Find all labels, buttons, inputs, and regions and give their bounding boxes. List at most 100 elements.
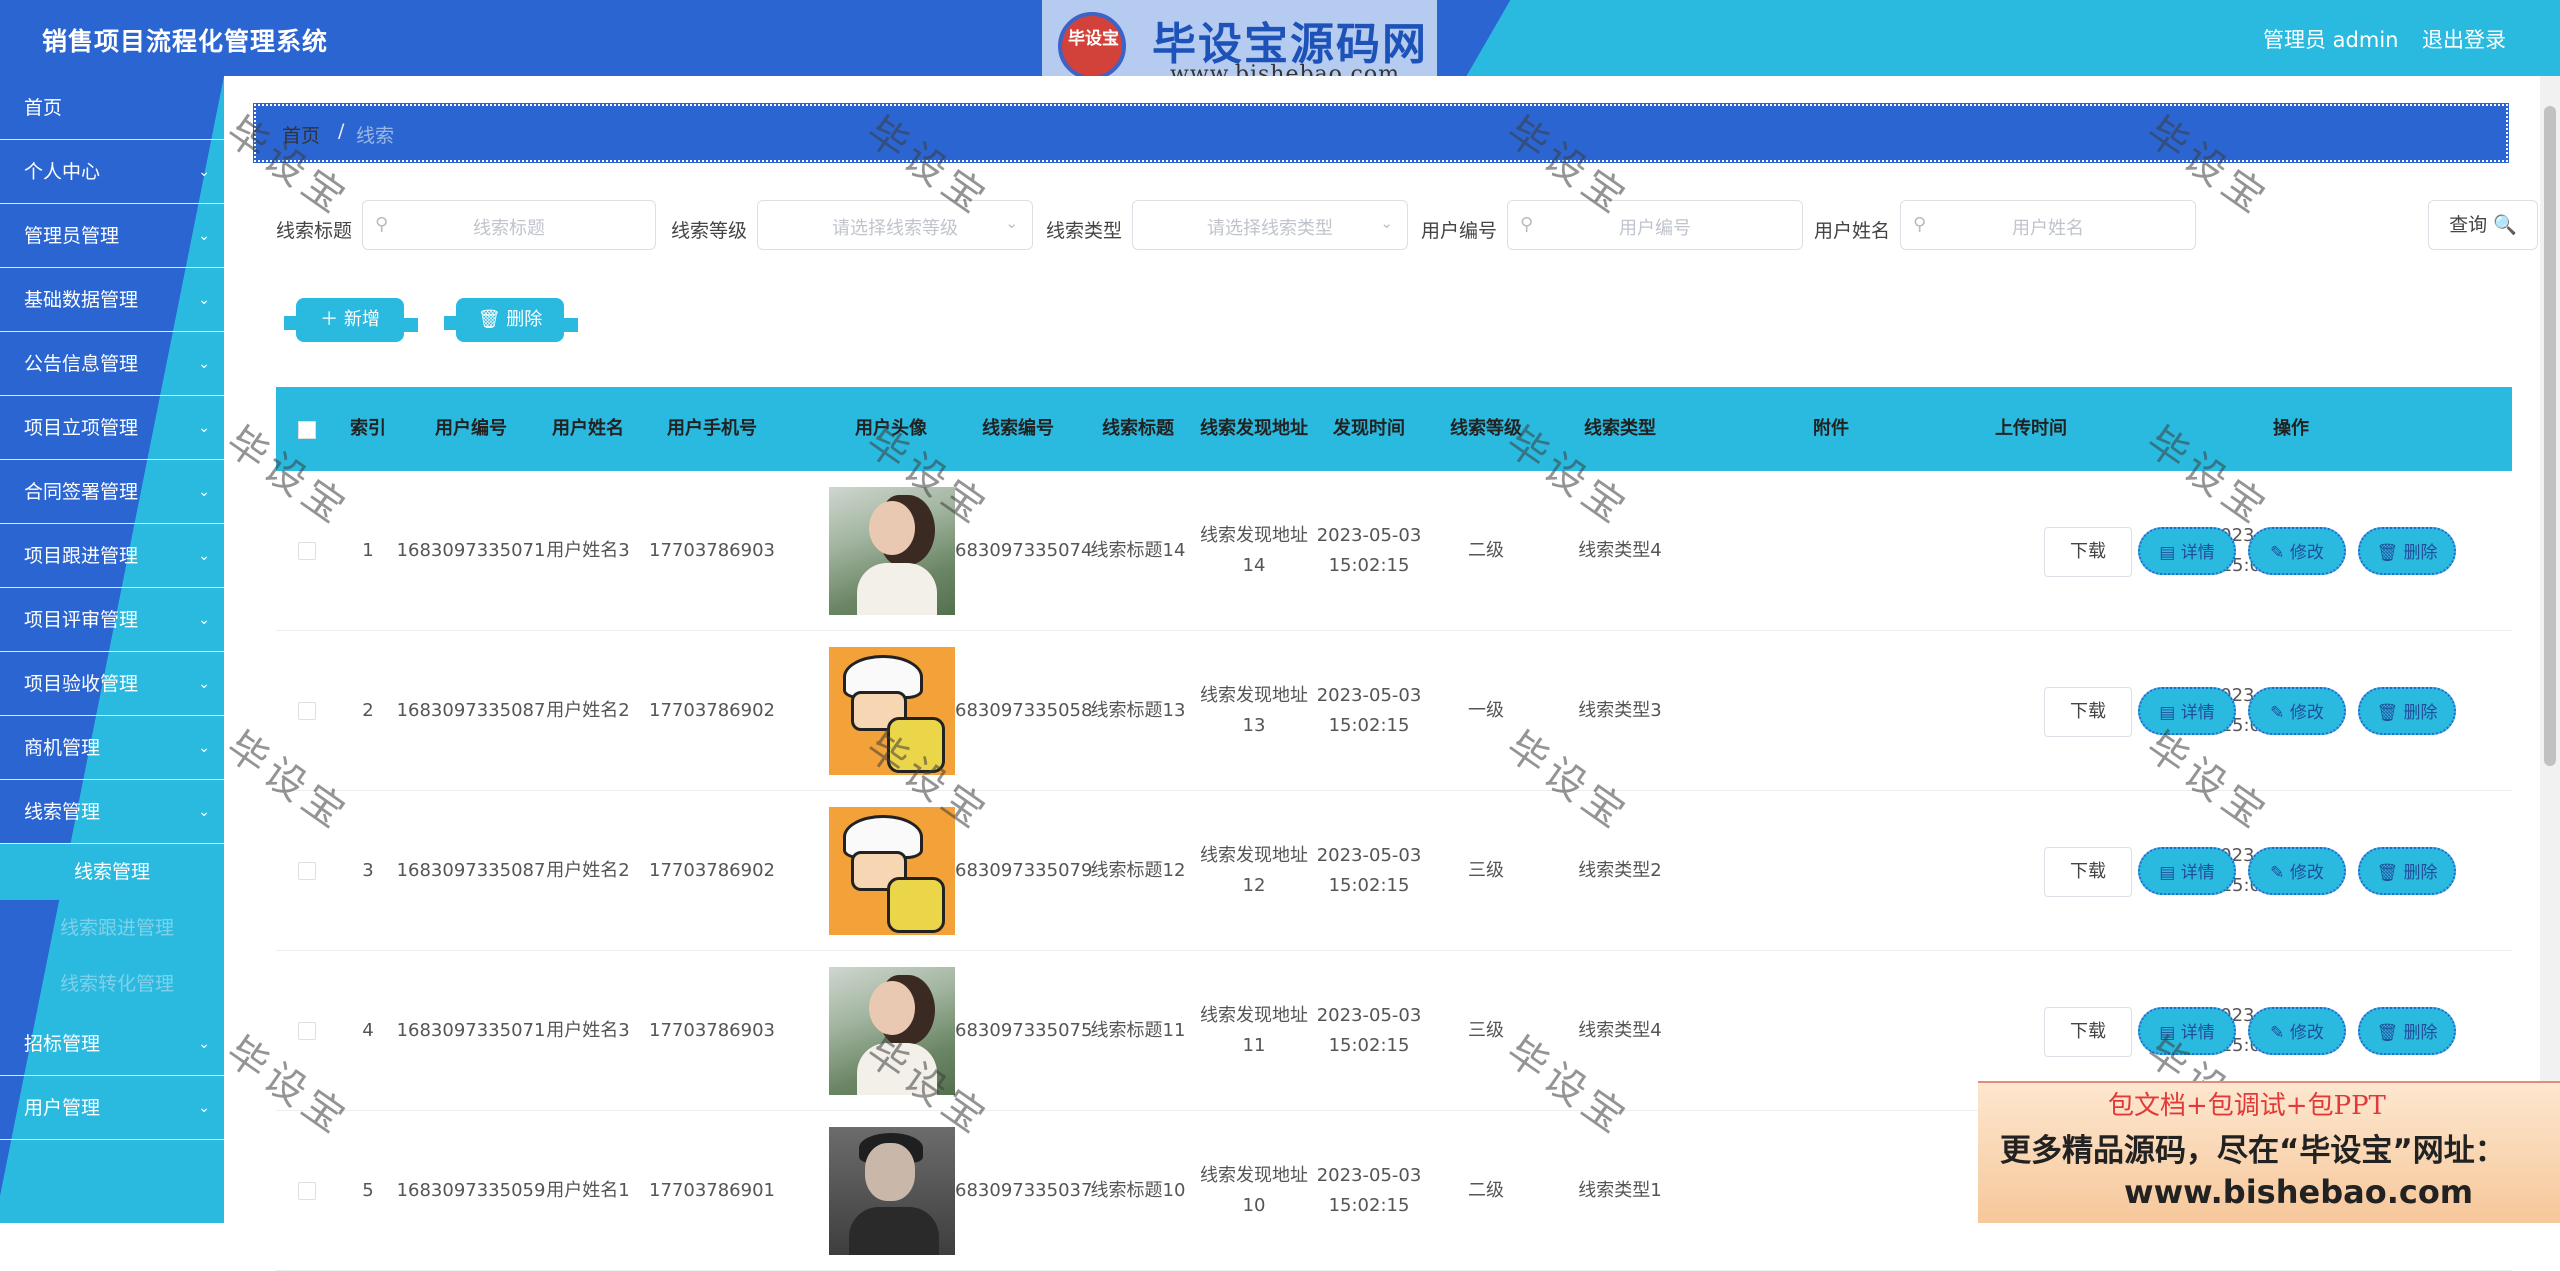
row-checkbox[interactable] xyxy=(298,542,316,560)
sidebar-subitem-1[interactable]: 线索跟进管理 xyxy=(0,900,224,956)
column-header: 附件 xyxy=(1813,418,1849,439)
filter-level-select[interactable]: 请选择线索等级 ⌄ xyxy=(757,200,1033,250)
row-edit-button[interactable]: ✎ 修改 xyxy=(2248,1007,2346,1055)
column-header: 索引 xyxy=(350,418,386,439)
sidebar-item-1[interactable]: 个人中心 ⌄ xyxy=(0,140,224,204)
row-detail-button[interactable]: ▤ 详情 xyxy=(2138,847,2236,895)
row-edit-button[interactable]: ✎ 修改 xyxy=(2248,527,2346,575)
cell-index: 2 xyxy=(362,700,374,721)
sidebar-item-label: 首页 xyxy=(24,97,63,119)
row-delete-button[interactable]: 🗑 删除 xyxy=(2358,687,2456,735)
sidebar-subitem-2[interactable]: 线索转化管理 xyxy=(0,956,224,1012)
admin-label: 管理员 admin xyxy=(2263,28,2399,52)
watermark-logo-icon: 毕设宝 xyxy=(1058,12,1126,80)
cell-user-no: 1683097335071 xyxy=(396,540,546,561)
breadcrumb: 首页 / 线索 xyxy=(253,103,2509,163)
row-checkbox[interactable] xyxy=(298,702,316,720)
sidebar-item-6[interactable]: 合同签署管理 ⌄ xyxy=(0,460,224,524)
cell-clue-no: 1683097335058 xyxy=(943,700,1093,721)
batch-delete-button[interactable]: 🗑 删除 xyxy=(444,298,578,342)
row-checkbox[interactable] xyxy=(298,862,316,880)
sidebar-item-5[interactable]: 项目立项管理 ⌄ xyxy=(0,396,224,460)
download-button[interactable]: 下载 xyxy=(2044,1007,2132,1057)
chevron-down-icon: ⌄ xyxy=(198,1100,210,1116)
sidebar-item-7[interactable]: 项目跟进管理 ⌄ xyxy=(0,524,224,588)
row-detail-button[interactable]: ▤ 详情 xyxy=(2138,1007,2236,1055)
row-detail-button[interactable]: ▤ 详情 xyxy=(2138,527,2236,575)
cell-clue-no: 1683097335075 xyxy=(943,1020,1093,1041)
promo-line-3: www.bishebao.com xyxy=(2124,1173,2474,1211)
row-edit-button[interactable]: ✎ 修改 xyxy=(2248,847,2346,895)
cell-clue-title: 线索标题14 xyxy=(1090,540,1186,561)
logout-button[interactable]: 退出登录 xyxy=(2422,24,2506,54)
cell-type: 线索类型3 xyxy=(1578,700,1662,721)
filter-title-label: 线索标题 xyxy=(276,220,353,242)
filter-type-placeholder: 请选择线索类型 xyxy=(1207,218,1333,239)
download-button[interactable]: 下载 xyxy=(2044,847,2132,897)
cell-index: 3 xyxy=(362,860,374,881)
sidebar-item-0[interactable]: 首页 xyxy=(0,76,224,140)
sidebar-item-4[interactable]: 公告信息管理 ⌄ xyxy=(0,332,224,396)
column-header: 线索发现地址 xyxy=(1200,418,1308,439)
cell-user-name: 用户姓名1 xyxy=(546,1180,630,1201)
sidebar-bottom-item-0[interactable]: 招标管理 ⌄ xyxy=(0,1012,224,1076)
filter-title-input[interactable]: ⚲ 线索标题 xyxy=(362,200,656,250)
sidebar-subitem-0[interactable]: 线索管理 xyxy=(0,844,224,900)
sidebar-item-8[interactable]: 项目评审管理 ⌄ xyxy=(0,588,224,652)
cell-found-time: 2023-05-03 15:02:15 xyxy=(1316,1165,1422,1216)
column-header: 线索编号 xyxy=(982,418,1054,439)
cell-found-time: 2023-05-03 15:02:15 xyxy=(1316,1005,1422,1056)
cell-found-time: 2023-05-03 15:02:15 xyxy=(1316,525,1422,576)
cell-user-name: 用户姓名3 xyxy=(546,540,630,561)
scrollbar-thumb[interactable] xyxy=(2544,106,2556,766)
row-delete-button[interactable]: 🗑 删除 xyxy=(2358,527,2456,575)
add-button[interactable]: ＋ 新增 xyxy=(284,298,418,342)
chevron-down-icon: ⌄ xyxy=(198,548,210,564)
filter-title-placeholder: 线索标题 xyxy=(473,218,545,239)
promo-banner: 包文档+包调试+包PPT 更多精品源码，尽在“毕设宝”网址： www.bishe… xyxy=(1978,1081,2560,1223)
column-header: 用户姓名 xyxy=(552,418,624,439)
row-checkbox[interactable] xyxy=(298,1182,316,1200)
sidebar: 首页 个人中心 ⌄ 管理员管理 ⌄ 基础数据管理 ⌄ 公告信息管理 ⌄ 项目立项管理 ⌄ 合同签署管理… xyxy=(0,76,224,1223)
chevron-down-icon: ⌄ xyxy=(198,420,210,436)
row-delete-button[interactable]: 🗑 删除 xyxy=(2358,1007,2456,1055)
row-detail-button[interactable]: ▤ 详情 xyxy=(2138,687,2236,735)
sidebar-item-10[interactable]: 商机管理 ⌄ xyxy=(0,716,224,780)
row-delete-button[interactable]: 🗑 删除 xyxy=(2358,847,2456,895)
sidebar-item-label: 项目跟进管理 xyxy=(24,545,139,567)
cell-index: 5 xyxy=(362,1180,374,1201)
cell-type: 线索类型1 xyxy=(1578,1180,1662,1201)
sidebar-item-label: 项目立项管理 xyxy=(24,417,139,439)
filter-user-no-input[interactable]: ⚲ 用户编号 xyxy=(1507,200,1803,250)
row-edit-button[interactable]: ✎ 修改 xyxy=(2248,687,2346,735)
download-button[interactable]: 下载 xyxy=(2044,687,2132,737)
sidebar-item-3[interactable]: 基础数据管理 ⌄ xyxy=(0,268,224,332)
sidebar-item-11[interactable]: 线索管理 ⌄ xyxy=(0,780,224,844)
cell-level: 三级 xyxy=(1468,1020,1504,1041)
cell-clue-no: 1683097335074 xyxy=(943,540,1093,561)
chevron-down-icon: ⌄ xyxy=(198,612,210,628)
cell-phone: 17703786902 xyxy=(649,700,775,721)
query-button[interactable]: 查询 🔍 xyxy=(2428,200,2538,250)
chevron-down-icon: ⌄ xyxy=(1005,214,1018,232)
avatar xyxy=(829,1127,955,1255)
cell-index: 4 xyxy=(362,1020,374,1041)
sidebar-item-label: 管理员管理 xyxy=(24,225,120,247)
chevron-down-icon: ⌄ xyxy=(198,1036,210,1052)
select-all-checkbox[interactable] xyxy=(298,421,316,439)
cell-address: 线索发现地址10 xyxy=(1200,1165,1308,1216)
filter-type-select[interactable]: 请选择线索类型 ⌄ xyxy=(1132,200,1408,250)
column-header: 操作 xyxy=(2273,418,2309,439)
sidebar-bottom-item-1[interactable]: 用户管理 ⌄ xyxy=(0,1076,224,1140)
sidebar-item-9[interactable]: 项目验收管理 ⌄ xyxy=(0,652,224,716)
sidebar-item-2[interactable]: 管理员管理 ⌄ xyxy=(0,204,224,268)
scrollbar[interactable] xyxy=(2540,76,2560,1223)
download-button[interactable]: 下载 xyxy=(2044,527,2132,577)
filter-user-name-input[interactable]: ⚲ 用户姓名 xyxy=(1900,200,2196,250)
column-header: 线索标题 xyxy=(1102,418,1174,439)
row-checkbox[interactable] xyxy=(298,1022,316,1040)
filter-user-name-label: 用户姓名 xyxy=(1814,220,1891,242)
breadcrumb-home[interactable]: 首页 xyxy=(282,121,320,148)
cell-type: 线索类型4 xyxy=(1578,1020,1662,1041)
chevron-down-icon: ⌄ xyxy=(198,356,210,372)
